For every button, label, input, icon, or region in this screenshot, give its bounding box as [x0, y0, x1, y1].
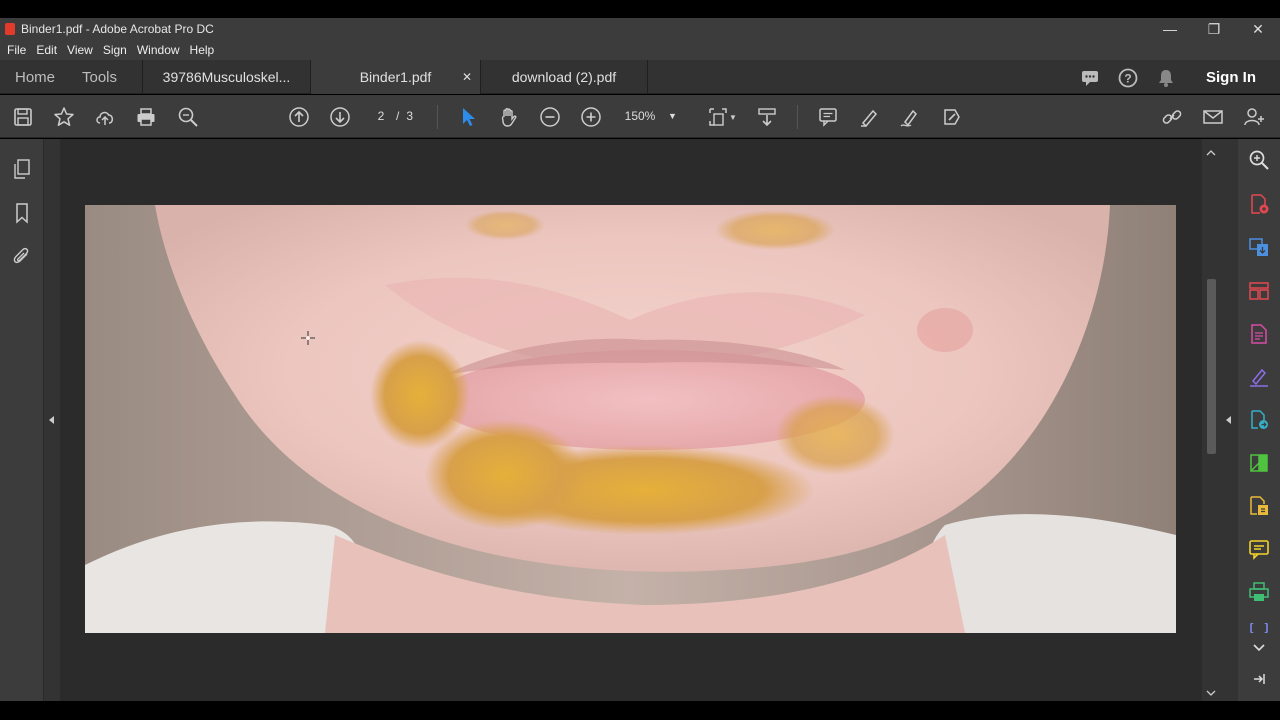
create-pdf-icon[interactable] — [1247, 235, 1271, 259]
left-panel-toggle[interactable] — [44, 139, 60, 701]
scroll-mode-icon[interactable] — [755, 105, 779, 129]
scrollbar-thumb[interactable] — [1207, 279, 1216, 454]
send-for-review-icon[interactable] — [1247, 408, 1271, 432]
lips-impetigo-photo — [85, 205, 1176, 633]
previous-page-icon[interactable] — [287, 105, 311, 129]
menu-view[interactable]: View — [67, 43, 93, 57]
tab-bar: Home Tools 39786Musculoskel... Binder1.p… — [0, 60, 1280, 94]
page-navigator: 2 / 3 — [366, 103, 426, 129]
scroll-down-icon[interactable] — [1202, 687, 1220, 699]
email-icon[interactable] — [1201, 105, 1225, 129]
search-zoom-icon[interactable] — [1247, 148, 1271, 172]
protect-icon[interactable] — [1247, 494, 1271, 518]
scroll-up-icon[interactable] — [1202, 147, 1220, 159]
toolbar-divider — [797, 105, 798, 129]
right-tools-panel — [1238, 139, 1280, 701]
vertical-scrollbar[interactable] — [1202, 139, 1220, 701]
fill-sign-icon[interactable] — [1247, 365, 1271, 389]
tab-doc-download2[interactable]: download (2).pdf — [480, 60, 648, 94]
crosshair-cursor-icon — [301, 331, 315, 345]
chevron-left-icon — [1226, 416, 1231, 424]
hand-tool-icon[interactable] — [497, 105, 521, 129]
chevron-down-icon[interactable]: ▼ — [728, 105, 738, 129]
more-tools-icon[interactable] — [1247, 623, 1271, 633]
title-bar: Binder1.pdf - Adobe Acrobat Pro DC — ❐ ✕ — [0, 18, 1280, 40]
tab-label: 39786Musculoskel... — [162, 69, 291, 85]
restore-button[interactable]: ❐ — [1192, 18, 1236, 40]
compress-icon[interactable] — [1247, 451, 1271, 475]
upload-cloud-icon[interactable] — [93, 105, 117, 129]
sign-in-button[interactable]: Sign In — [1206, 60, 1256, 94]
export-pdf-icon[interactable] — [1247, 192, 1271, 216]
left-navigation-panel — [0, 139, 44, 701]
menu-file[interactable]: File — [7, 43, 26, 57]
menu-edit[interactable]: Edit — [36, 43, 57, 57]
chevron-down-icon[interactable] — [1247, 635, 1271, 659]
organize-pages-icon[interactable] — [1247, 279, 1271, 303]
menu-help[interactable]: Help — [190, 43, 215, 57]
menu-window[interactable]: Window — [137, 43, 180, 57]
screen-top-strip — [0, 0, 1280, 18]
edit-sign-icon[interactable] — [940, 105, 964, 129]
star-icon[interactable] — [52, 105, 76, 129]
zoom-value: 150% — [624, 109, 656, 123]
print-production-icon[interactable] — [1247, 580, 1271, 604]
tab-doc-binder1[interactable]: Binder1.pdf ✕ — [310, 60, 480, 94]
tab-doc-musculoskeletal[interactable]: 39786Musculoskel... — [142, 60, 310, 94]
next-page-icon[interactable] — [328, 105, 352, 129]
svg-text:?: ? — [1124, 72, 1131, 86]
bookmark-icon[interactable] — [10, 201, 34, 225]
edit-pdf-icon[interactable] — [1247, 322, 1271, 346]
chevron-left-icon — [49, 416, 54, 424]
select-cursor-icon[interactable] — [456, 105, 480, 129]
current-page-input[interactable]: 2 — [366, 109, 396, 123]
collapse-panel-icon[interactable] — [1247, 667, 1271, 691]
page-separator: / — [396, 109, 400, 123]
zoom-in-icon[interactable] — [579, 105, 603, 129]
pages-icon[interactable] — [10, 157, 34, 181]
notification-bell-icon[interactable] — [1156, 68, 1176, 88]
toolbar-divider — [437, 105, 438, 129]
close-window-button[interactable]: ✕ — [1236, 18, 1280, 40]
comment-bubble-icon[interactable] — [1080, 68, 1100, 88]
add-user-icon[interactable] — [1242, 105, 1266, 129]
page-image — [85, 205, 1176, 633]
page-layout-icon[interactable] — [706, 105, 730, 129]
screen-bottom-strip — [0, 701, 1280, 720]
find-text-icon[interactable] — [176, 105, 200, 129]
save-icon[interactable] — [11, 105, 35, 129]
tab-home[interactable]: Home — [15, 60, 55, 94]
highlight-pen-icon[interactable] — [857, 105, 881, 129]
zoom-out-icon[interactable] — [538, 105, 562, 129]
share-link-icon[interactable] — [1160, 105, 1184, 129]
help-icon[interactable]: ? — [1118, 68, 1138, 88]
close-tab-icon[interactable]: ✕ — [462, 70, 472, 84]
add-comment-icon[interactable] — [816, 105, 840, 129]
print-icon[interactable] — [134, 105, 158, 129]
main-toolbar: 2 / 3 150% ▼ ▼ — [0, 95, 1280, 138]
comment-icon[interactable] — [1247, 537, 1271, 561]
tab-label: Binder1.pdf — [359, 69, 432, 85]
tab-label: download (2).pdf — [511, 69, 617, 85]
menu-sign[interactable]: Sign — [103, 43, 127, 57]
acrobat-app-icon — [5, 23, 15, 35]
total-pages: 3 — [406, 109, 414, 123]
zoom-dropdown[interactable]: 150% ▼ — [618, 103, 684, 129]
window-title: Binder1.pdf - Adobe Acrobat Pro DC — [21, 22, 214, 36]
tab-tools[interactable]: Tools — [82, 60, 117, 94]
minimize-button[interactable]: — — [1148, 18, 1192, 40]
right-panel-toggle[interactable] — [1220, 139, 1238, 701]
draw-freeform-icon[interactable] — [898, 105, 922, 129]
document-viewport[interactable] — [60, 139, 1202, 701]
attachment-icon[interactable] — [10, 244, 34, 268]
menu-bar: File Edit View Sign Window Help — [0, 40, 1280, 60]
chevron-down-icon: ▼ — [668, 111, 677, 121]
